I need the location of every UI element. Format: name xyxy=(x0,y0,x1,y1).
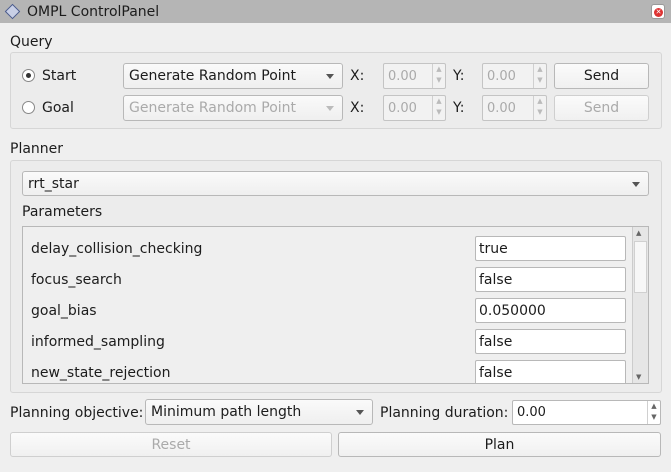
goal-y-spinbox[interactable]: 0.00 ▲ ▼ xyxy=(482,95,547,121)
goal-x-spinbox[interactable]: 0.00 ▲ ▼ xyxy=(383,95,446,121)
planning-objective-select[interactable]: Minimum path length xyxy=(145,399,373,425)
planner-select[interactable]: rrt_star xyxy=(22,171,649,196)
goal-mode-select[interactable]: Generate Random Point xyxy=(123,95,343,121)
close-button[interactable]: ✕ xyxy=(651,4,665,19)
start-mode-select[interactable]: Generate Random Point xyxy=(123,63,343,89)
goal-mode-value: Generate Random Point xyxy=(129,100,297,116)
parameter-value: true xyxy=(479,240,508,257)
planning-duration-spinbox[interactable]: 0.00 ▲ ▼ xyxy=(512,400,661,425)
scrollbar-thumb[interactable] xyxy=(634,241,647,293)
parameter-value-field[interactable]: true xyxy=(475,236,626,261)
planning-objective-label: Planning objective: xyxy=(10,405,144,421)
chevron-down-icon xyxy=(326,106,334,111)
parameter-name: focus_search xyxy=(31,272,122,288)
start-label: Start xyxy=(42,68,77,84)
goal-x-value: 0.00 xyxy=(388,100,417,116)
spin-arrows-icon[interactable]: ▲ ▼ xyxy=(647,401,660,424)
parameters-scrollbar[interactable]: ▲ ▼ xyxy=(632,227,648,383)
parameters-list: delay_collision_checking true focus_sear… xyxy=(22,226,649,384)
start-y-label: Y: xyxy=(453,68,465,84)
parameter-row: delay_collision_checking true xyxy=(23,236,633,262)
planner-value: rrt_star xyxy=(28,175,79,192)
planning-objective-value: Minimum path length xyxy=(151,404,302,420)
plan-button[interactable]: Plan xyxy=(338,432,661,457)
start-radio[interactable] xyxy=(22,69,35,82)
parameter-value-field[interactable]: false xyxy=(475,329,626,354)
spin-arrows-icon[interactable]: ▲ ▼ xyxy=(432,96,445,120)
parameter-value: false xyxy=(479,333,513,350)
app-icon xyxy=(4,3,21,20)
parameter-name: goal_bias xyxy=(31,303,97,319)
goal-y-value: 0.00 xyxy=(487,100,516,116)
parameter-row: focus_search false xyxy=(23,267,633,293)
close-icon: ✕ xyxy=(654,8,663,17)
spin-arrows-icon[interactable]: ▲ ▼ xyxy=(533,64,546,88)
goal-x-label: X: xyxy=(350,100,365,116)
parameter-name: delay_collision_checking xyxy=(31,241,203,257)
reset-button[interactable]: Reset xyxy=(10,432,332,457)
start-y-spinbox[interactable]: 0.00 ▲ ▼ xyxy=(482,63,547,89)
planner-label: Planner xyxy=(10,141,64,157)
parameter-row: goal_bias 0.050000 xyxy=(23,298,633,324)
goal-label: Goal xyxy=(42,100,74,116)
parameter-value-field[interactable]: 0.050000 xyxy=(475,298,626,323)
parameter-value: false xyxy=(479,364,513,381)
goal-radio[interactable] xyxy=(22,101,35,114)
query-label: Query xyxy=(10,34,53,50)
parameter-value: 0.050000 xyxy=(479,302,546,319)
parameter-name: informed_sampling xyxy=(31,334,165,350)
parameters-label: Parameters xyxy=(22,204,103,220)
spin-arrows-icon[interactable]: ▲ ▼ xyxy=(533,96,546,120)
chevron-down-icon xyxy=(326,74,334,79)
spin-arrows-icon[interactable]: ▲ ▼ xyxy=(432,64,445,88)
start-x-label: X: xyxy=(350,68,365,84)
planning-duration-label: Planning duration: xyxy=(380,405,509,421)
planning-duration-value: 0.00 xyxy=(517,405,546,420)
title-bar: OMPL ControlPanel ✕ xyxy=(0,0,671,23)
parameter-value: false xyxy=(479,271,513,288)
start-x-value: 0.00 xyxy=(388,68,417,84)
start-x-spinbox[interactable]: 0.00 ▲ ▼ xyxy=(383,63,446,89)
goal-send-button[interactable]: Send xyxy=(554,95,649,121)
goal-y-label: Y: xyxy=(453,100,465,116)
chevron-down-icon xyxy=(356,410,364,415)
parameter-value-field[interactable]: false xyxy=(475,267,626,292)
parameter-value-field[interactable]: false xyxy=(475,360,626,383)
start-mode-value: Generate Random Point xyxy=(129,68,297,84)
parameter-row: new_state_rejection false xyxy=(23,360,633,383)
parameter-row: informed_sampling false xyxy=(23,329,633,355)
start-y-value: 0.00 xyxy=(487,68,516,84)
window-title: OMPL ControlPanel xyxy=(27,3,160,20)
scroll-up-icon[interactable]: ▲ xyxy=(636,229,641,237)
parameter-name: new_state_rejection xyxy=(31,365,171,381)
scroll-down-icon[interactable]: ▼ xyxy=(636,373,641,381)
start-send-button[interactable]: Send xyxy=(554,63,649,89)
chevron-down-icon xyxy=(632,181,640,187)
